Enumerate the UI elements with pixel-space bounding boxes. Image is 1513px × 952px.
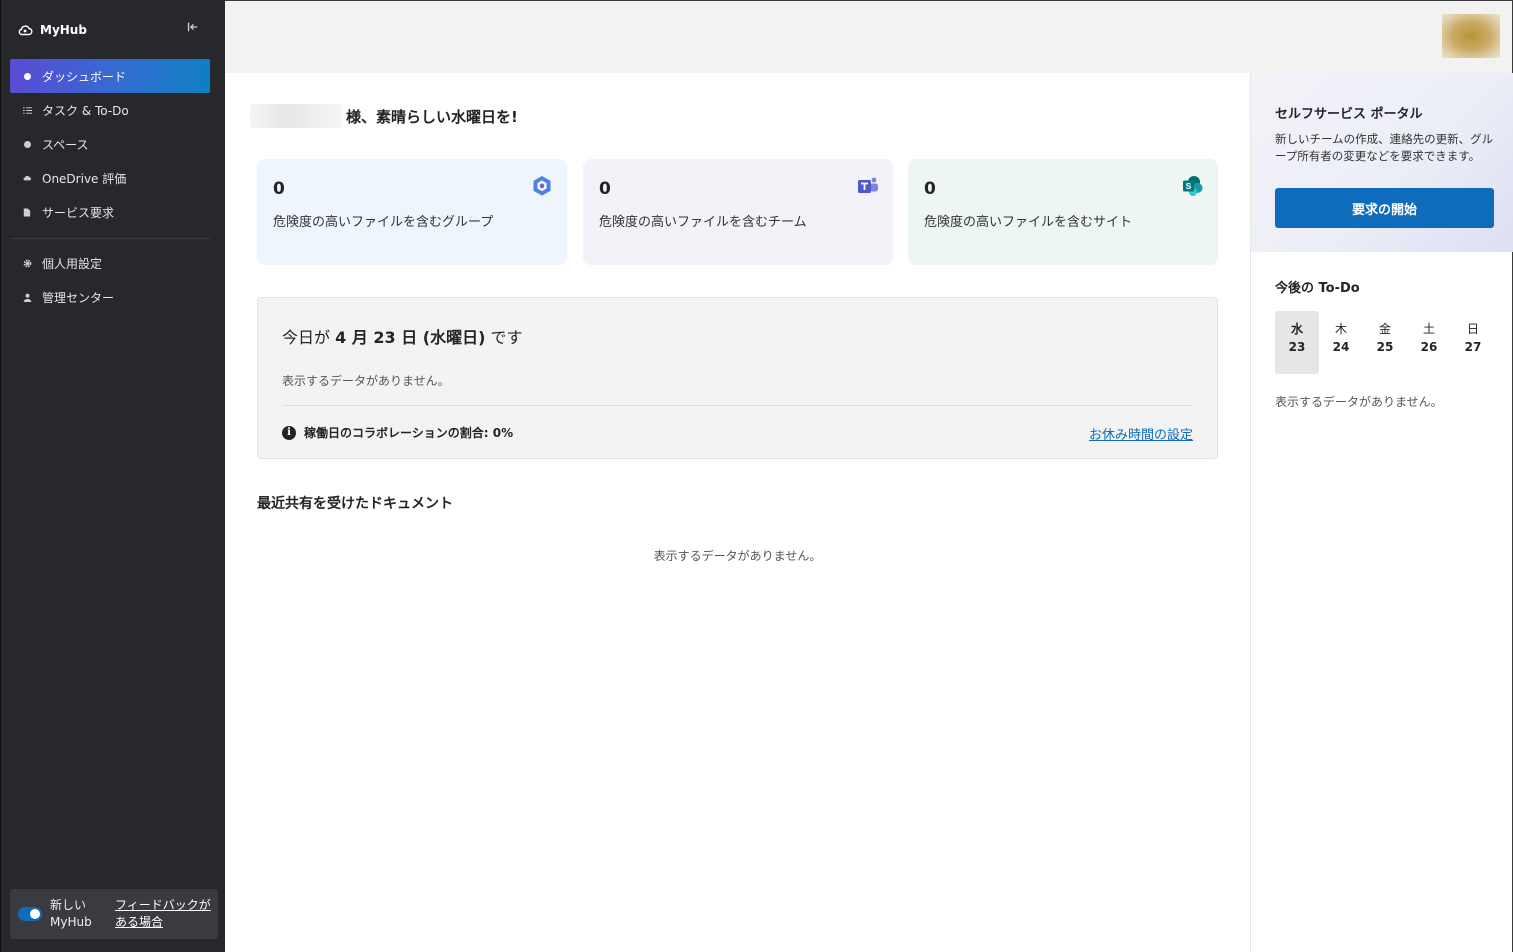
ssp-description: 新しいチームの作成、連絡先の更新、グループ所有者の変更などを要求できます。 [1275, 132, 1494, 163]
day-number: 23 [1288, 340, 1306, 354]
sidebar-item-service-requests[interactable]: サービス要求 [10, 195, 210, 229]
greeting-text: 様、素晴らしい水曜日を! [346, 107, 518, 126]
sidebar-item-dashboard[interactable]: ダッシュボード [10, 59, 210, 93]
sidebar-item-onedrive[interactable]: OneDrive 評価 [10, 161, 210, 195]
teams-risk-card[interactable]: 0 危険度の高いファイルを含むチーム [583, 159, 893, 265]
today-title: 今日が 4 月 23 日 (水曜日) です [282, 324, 523, 348]
start-request-button[interactable]: 要求の開始 [1275, 188, 1494, 228]
day-weekday: 木 [1334, 322, 1347, 336]
sidebar-item-admin-center[interactable]: 管理センター [10, 280, 210, 314]
right-panel: セルフサービス ポータル 新しいチームの作成、連絡先の更新、グループ所有者の変更… [1250, 73, 1513, 952]
sidebar-item-label: 管理センター [42, 290, 115, 305]
off-hours-settings-link[interactable]: お休み時間の設定 [1089, 424, 1193, 443]
day-weekday: 水 [1290, 322, 1303, 336]
day-thu[interactable]: 木 24 [1319, 311, 1363, 374]
gear-icon [22, 258, 32, 268]
ssp-title: セルフサービス ポータル [1275, 107, 1423, 122]
today-date: 4 月 23 日 (水曜日) [335, 328, 486, 347]
sidebar-item-label: タスク & To-Do [42, 103, 129, 118]
day-fri[interactable]: 金 25 [1363, 311, 1407, 374]
user-name-redacted [250, 104, 342, 128]
collaboration-text: 稼働日のコラボレーションの割合: 0% [304, 426, 514, 440]
main-content: 様、素晴らしい水曜日を! 0 危険度の高いファイルを含むグループ 0 危険度の高… [225, 73, 1250, 952]
sites-risk-card[interactable]: 0 危険度の高いファイルを含むサイト S [908, 159, 1218, 265]
top-bar [225, 0, 1513, 73]
card-label: 危険度の高いファイルを含むチーム [599, 215, 807, 230]
greeting: 様、素晴らしい水曜日を! [250, 104, 518, 128]
day-wed[interactable]: 水 23 [1275, 311, 1319, 374]
tasks-icon [22, 105, 32, 115]
card-value: 0 [924, 179, 936, 199]
new-myhub-panel: 新しい MyHub フィードバックがある場合 [10, 889, 218, 939]
day-weekday: 日 [1466, 322, 1479, 336]
feedback-link[interactable]: フィードバックがある場合 [115, 897, 215, 931]
card-label: 危険度の高いファイルを含むグループ [273, 215, 494, 230]
todo-empty-text: 表示するデータがありません。 [1275, 395, 1443, 409]
card-label: 危険度の高いファイルを含むサイト [924, 215, 1133, 230]
sidebar-item-tasks[interactable]: タスク & To-Do [10, 93, 210, 127]
m365-icon [533, 176, 551, 196]
teams-icon [858, 177, 878, 193]
person-icon [22, 292, 32, 302]
sidebar-item-label: 個人用設定 [42, 256, 103, 271]
day-number: 24 [1332, 340, 1350, 354]
myhub-logo-icon [18, 25, 33, 36]
today-prefix: 今日が [282, 328, 331, 347]
card-value: 0 [273, 179, 285, 199]
sidebar-divider [10, 238, 210, 239]
collapse-sidebar-icon[interactable] [187, 21, 201, 35]
card-value: 0 [599, 179, 611, 199]
self-service-portal: セルフサービス ポータル 新しいチームの作成、連絡先の更新、グループ所有者の変更… [1251, 73, 1513, 252]
recent-docs-title: 最近共有を受けたドキュメント [257, 496, 453, 512]
sidebar-item-label: サービス要求 [42, 205, 115, 220]
sidebar: MyHub ダッシュボード タスク & To-Do スペース OneDrive … [0, 0, 225, 952]
dashboard-icon [22, 71, 32, 81]
new-myhub-toggle[interactable] [18, 907, 42, 921]
globe-icon [22, 139, 32, 149]
day-weekday: 土 [1422, 322, 1435, 336]
sidebar-item-label: スペース [42, 137, 89, 152]
collaboration-rate: i 稼働日のコラボレーションの割合: 0% [282, 424, 513, 441]
todo-day-picker: 水 23 木 24 金 25 土 26 日 27 [1275, 311, 1495, 374]
day-number: 25 [1376, 340, 1394, 354]
info-icon: i [282, 425, 296, 440]
sidebar-item-spaces[interactable]: スペース [10, 127, 210, 161]
app-name: MyHub [40, 23, 87, 37]
sidebar-item-label: OneDrive 評価 [42, 171, 127, 186]
new-myhub-label: 新しい MyHub [50, 898, 92, 929]
day-sun[interactable]: 日 27 [1451, 311, 1495, 374]
today-divider [282, 405, 1193, 406]
day-weekday: 金 [1378, 322, 1391, 336]
brand[interactable]: MyHub [17, 20, 87, 40]
groups-risk-card[interactable]: 0 危険度の高いファイルを含むグループ [257, 159, 567, 265]
svg-text:S: S [1186, 181, 1192, 191]
sidebar-item-personal-settings[interactable]: 個人用設定 [10, 246, 210, 280]
today-suffix: です [490, 328, 523, 347]
sidebar-item-label: ダッシュボード [42, 69, 127, 84]
day-number: 27 [1464, 340, 1482, 354]
avatar[interactable] [1442, 14, 1500, 58]
sharepoint-icon: S [1183, 176, 1203, 196]
today-empty-text: 表示するデータがありません。 [282, 374, 450, 388]
recent-docs-empty: 表示するデータがありません。 [653, 549, 822, 563]
today-panel: 今日が 4 月 23 日 (水曜日) です 表示するデータがありません。 i 稼… [257, 297, 1218, 459]
document-icon [22, 207, 32, 217]
day-sat[interactable]: 土 26 [1407, 311, 1451, 374]
day-number: 26 [1420, 340, 1438, 354]
cloud-icon [22, 173, 32, 183]
todo-title: 今後の To-Do [1275, 281, 1360, 296]
